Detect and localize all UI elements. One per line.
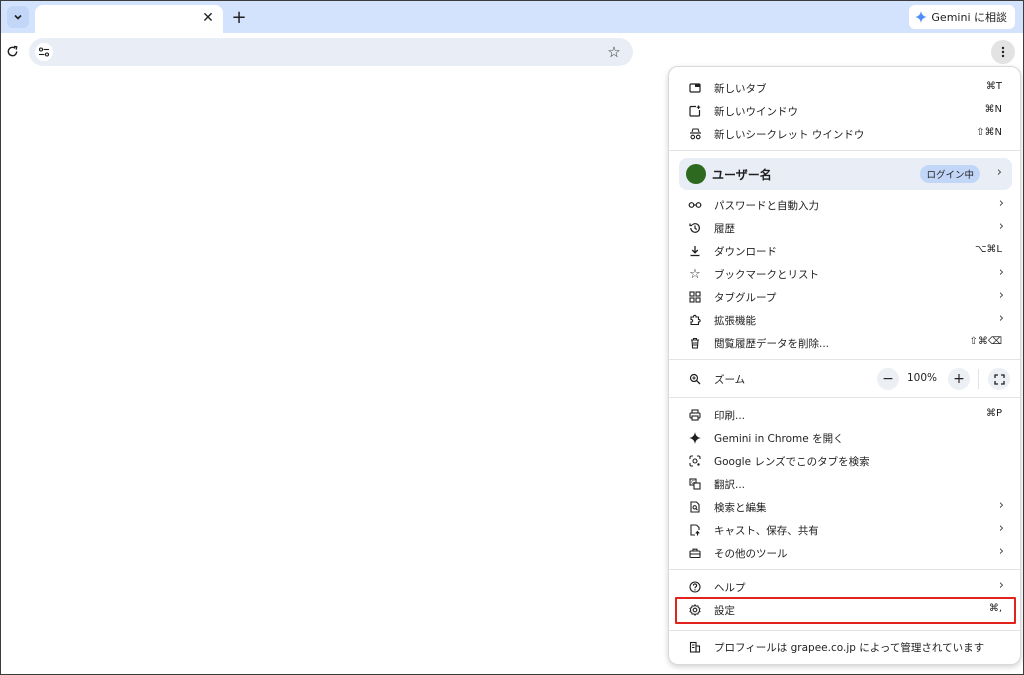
avatar — [686, 164, 706, 184]
fullscreen-icon — [993, 373, 1005, 385]
menu-divider — [669, 150, 1020, 151]
menu-item-extensions[interactable]: 拡張機能 › — [669, 309, 1020, 331]
menu-divider — [669, 397, 1020, 398]
toolbar: ☆ — [1, 33, 1023, 69]
chevron-right-icon: › — [998, 578, 1004, 593]
menu-item-cast-save-share[interactable]: キャスト、保存、共有 › — [669, 519, 1020, 541]
help-icon — [687, 579, 703, 595]
profile-name: ユーザー名 — [712, 168, 772, 182]
incognito-icon — [687, 126, 703, 142]
zoom-icon — [687, 371, 703, 387]
menu-item-tab-groups[interactable]: タブグループ › — [669, 286, 1020, 308]
menu-item-translate[interactable]: G 翻訳... — [669, 473, 1020, 495]
tab-strip: ✕ + Gemini に相談 — [1, 1, 1023, 33]
more-vert-icon — [1001, 46, 1005, 58]
menu-divider — [669, 359, 1020, 360]
active-tab[interactable]: ✕ — [35, 5, 223, 33]
translate-icon: G — [687, 476, 703, 492]
history-icon — [687, 220, 703, 236]
chevron-right-icon: › — [998, 544, 1004, 559]
chevron-right-icon: › — [998, 521, 1004, 536]
menu-item-more-tools[interactable]: その他のツール › — [669, 542, 1020, 564]
menu-item-find-edit[interactable]: 検索と編集 › — [669, 496, 1020, 518]
signed-in-badge: ログイン中 — [920, 165, 980, 183]
menu-item-gemini[interactable]: Gemini in Chrome を開く — [669, 427, 1020, 449]
menu-divider — [669, 569, 1020, 570]
menu-item-print[interactable]: 印刷... ⌘P — [669, 404, 1020, 426]
chrome-menu-button[interactable] — [991, 40, 1015, 64]
menu-item-downloads[interactable]: ダウンロード ⌥⌘L — [669, 240, 1020, 262]
tab-groups-icon — [687, 289, 703, 305]
reload-icon[interactable] — [3, 42, 21, 60]
zoom-row: ズーム − 100% + — [669, 367, 1020, 391]
chevron-right-icon: › — [998, 196, 1004, 211]
toolbox-icon — [687, 545, 703, 561]
menu-item-incognito[interactable]: 新しいシークレット ウインドウ ⇧⌘N — [669, 123, 1020, 145]
zoom-out-button[interactable]: − — [877, 368, 899, 390]
chevron-right-icon: › — [998, 288, 1004, 303]
chevron-right-icon: › — [998, 219, 1004, 234]
lens-icon — [687, 453, 703, 469]
chevron-right-icon: › — [998, 311, 1004, 326]
omnibox[interactable]: ☆ — [29, 38, 633, 66]
building-icon — [687, 639, 703, 655]
menu-item-help[interactable]: ヘルプ › — [669, 576, 1020, 598]
new-tab-button[interactable]: + — [229, 7, 249, 28]
settings-highlight-box — [675, 597, 1016, 624]
gemini-sparkle-icon — [915, 11, 928, 23]
profile-row[interactable]: ユーザー名 ログイン中 › — [679, 158, 1012, 190]
cast-icon — [687, 522, 703, 538]
menu-item-new-tab[interactable]: 新しいタブ ⌘T — [669, 77, 1020, 99]
trash-icon — [687, 335, 703, 351]
new-window-icon — [687, 103, 703, 119]
chevron-down-icon — [13, 12, 23, 22]
zoom-value: 100% — [907, 372, 938, 384]
browser-window: ✕ + Gemini に相談 ☆ 新しいタブ ⌘T 新しいウインドウ ⌘N 新し… — [0, 0, 1024, 675]
key-icon — [687, 197, 703, 213]
zoom-label: ズーム — [714, 374, 746, 386]
chevron-right-icon: › — [996, 165, 1002, 180]
search-edit-icon — [687, 499, 703, 515]
fullscreen-button[interactable] — [988, 368, 1010, 390]
download-icon — [687, 243, 703, 259]
close-icon[interactable]: ✕ — [199, 9, 217, 27]
svg-text:G: G — [691, 480, 695, 486]
site-info-icon[interactable] — [35, 43, 53, 61]
gemini-icon — [687, 430, 703, 446]
new-tab-icon — [687, 80, 703, 96]
gemini-button-label: Gemini に相談 — [931, 11, 1007, 24]
star-icon: ☆ — [689, 266, 701, 282]
menu-item-passwords[interactable]: パスワードと自動入力 › — [669, 194, 1020, 216]
menu-item-google-lens[interactable]: Google レンズでこのタブを検索 — [669, 450, 1020, 472]
menu-item-history[interactable]: 履歴 › — [669, 217, 1020, 239]
gemini-button[interactable]: Gemini に相談 — [909, 5, 1015, 29]
tab-search-button[interactable] — [7, 6, 29, 28]
menu-item-bookmarks[interactable]: ☆ ブックマークとリスト › — [669, 263, 1020, 285]
zoom-divider — [978, 369, 979, 389]
chevron-right-icon: › — [998, 265, 1004, 280]
chrome-menu: 新しいタブ ⌘T 新しいウインドウ ⌘N 新しいシークレット ウインドウ ⇧⌘N… — [668, 66, 1021, 665]
menu-item-new-window[interactable]: 新しいウインドウ ⌘N — [669, 100, 1020, 122]
menu-item-clear-browsing-data[interactable]: 閲覧履歴データを削除... ⇧⌘⌫ — [669, 332, 1020, 354]
extension-icon — [687, 312, 703, 328]
menu-divider — [669, 630, 1020, 631]
print-icon — [687, 407, 703, 423]
bookmark-star-icon[interactable]: ☆ — [605, 43, 623, 61]
zoom-in-button[interactable]: + — [948, 368, 970, 390]
chevron-right-icon: › — [998, 498, 1004, 513]
menu-item-managed-profile[interactable]: プロフィールは grapee.co.jp によって管理されています — [669, 636, 1020, 658]
